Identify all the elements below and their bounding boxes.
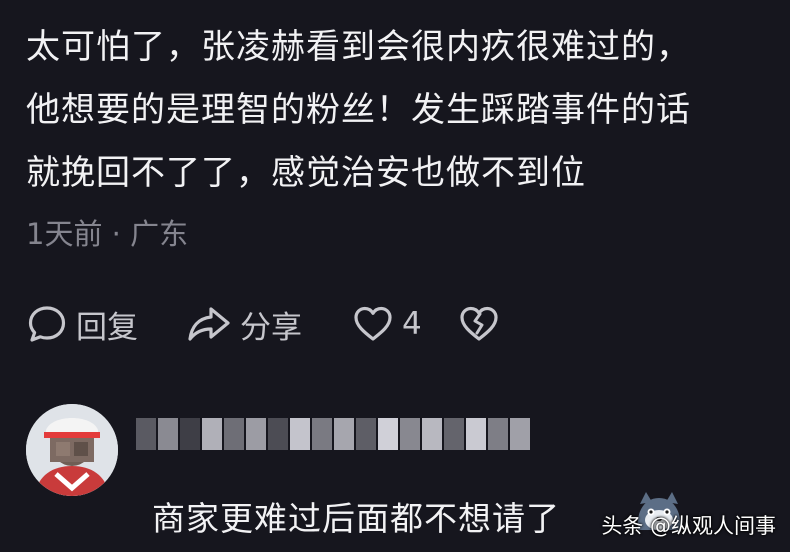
like-count: 4 — [402, 306, 422, 342]
comment-meta: 1天前 · 广东 — [26, 212, 188, 256]
broken-heart-icon — [458, 303, 500, 345]
heart-icon — [352, 303, 394, 345]
comment-line: 太可怕了，张凌赫看到会很内疚很难过的， — [26, 27, 691, 67]
comment-screen: 太可怕了，张凌赫看到会很内疚很难过的， 他想要的是理智的粉丝！发生踩踏事件的话 … — [0, 0, 790, 552]
username-mosaic — [136, 418, 532, 450]
like-button[interactable]: 4 — [352, 296, 422, 352]
share-label: 分享 — [240, 309, 302, 346]
share-arrow-icon — [186, 303, 232, 345]
comment-body: 太可怕了，张凌赫看到会很内疚很难过的， 他想要的是理智的粉丝！发生踩踏事件的话 … — [26, 16, 776, 205]
reply-text: 商家更难过后面都不想请了 — [152, 499, 560, 538]
watermark: 头条 @纵观人间事 — [601, 514, 776, 538]
share-button[interactable]: 分享 — [186, 296, 302, 352]
dislike-button[interactable] — [458, 296, 500, 352]
comment-line: 他想要的是理智的粉丝！发生踩踏事件的话 — [26, 90, 691, 130]
action-bar: 回复 分享 4 — [26, 296, 766, 352]
reply-bubble-icon — [26, 303, 68, 345]
meta-separator: · — [111, 217, 121, 251]
reply-button[interactable]: 回复 — [26, 296, 138, 352]
avatar[interactable] — [26, 404, 118, 496]
reply-label: 回复 — [76, 309, 138, 346]
comment-location: 广东 — [130, 217, 189, 251]
comment-time: 1天前 — [26, 217, 103, 251]
comment-line: 就挽回不了了，感觉治安也做不到位 — [26, 153, 586, 193]
